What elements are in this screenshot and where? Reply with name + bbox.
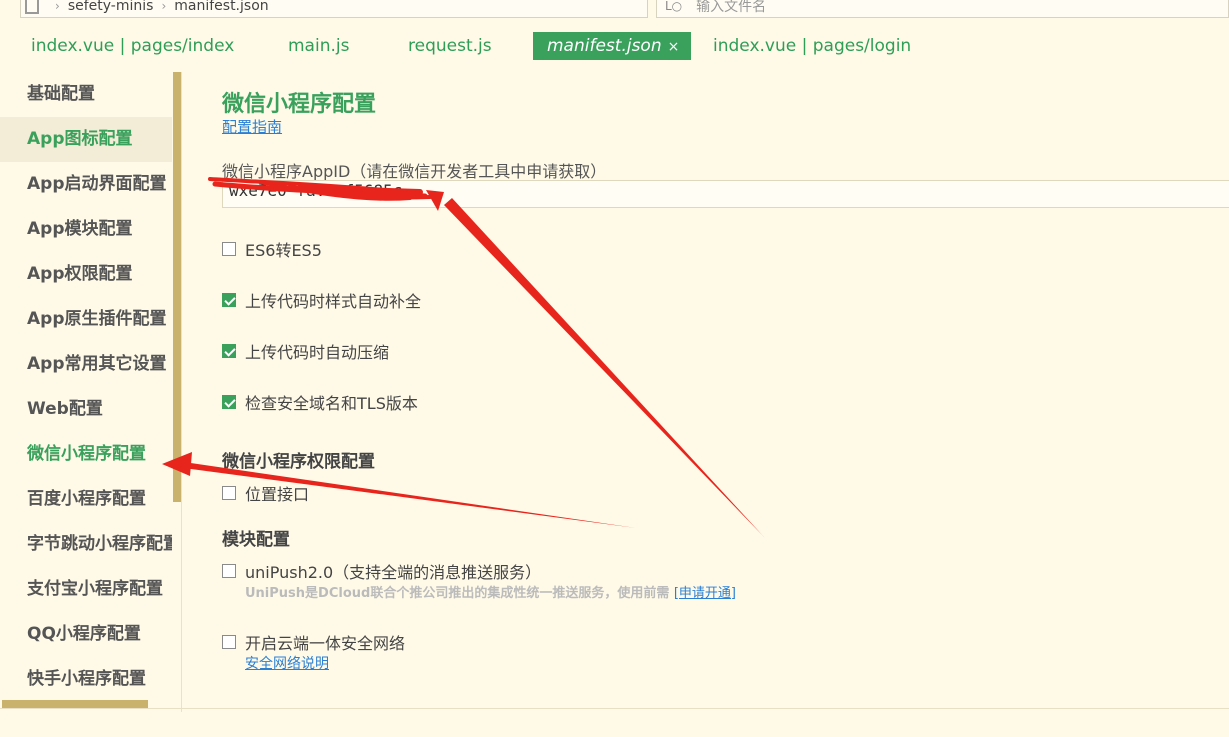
file-search-placeholder: 输入文件名 <box>696 0 767 15</box>
search-icon: L○ <box>665 0 683 13</box>
checkbox[interactable] <box>222 242 236 256</box>
project-icon <box>25 0 39 14</box>
option-es6-to-es5[interactable]: ES6转ES5 <box>222 237 322 261</box>
editor-tabs: index.vue | pages/index main.js request.… <box>0 30 1229 64</box>
config-panel: 微信小程序配置 配置指南 微信小程序AppID（请在微信开发者工具中申请获取） … <box>182 72 1229 708</box>
checkbox-checked[interactable] <box>222 395 236 409</box>
unipush-note-text: UniPush是DCloud联合个推公司推出的集成性统一推送服务，使用前需 <box>245 586 670 601</box>
chevron-right-icon: › <box>55 0 60 13</box>
sidebar-item-basic[interactable]: 基础配置 <box>0 72 172 117</box>
sidebar-item-app-splash[interactable]: App启动界面配置 <box>0 162 172 207</box>
option-label: 检查安全域名和TLS版本 <box>245 394 418 413</box>
sidebar-item-kuaishou-miniprogram[interactable]: 快手小程序配置 <box>0 657 172 702</box>
sidebar-item-baidu-miniprogram[interactable]: 百度小程序配置 <box>0 477 172 522</box>
sidebar-horizontal-scrollbar[interactable] <box>2 700 148 708</box>
checkbox-checked[interactable] <box>222 293 236 307</box>
config-guide-link[interactable]: 配置指南 <box>222 116 282 137</box>
sidebar-item-web[interactable]: Web配置 <box>0 387 172 432</box>
tab-label: main.js <box>288 36 350 56</box>
option-label: uniPush2.0（支持全端的消息推送服务） <box>245 563 542 582</box>
appid-label: 微信小程序AppID（请在微信开发者工具中申请获取） <box>222 162 607 181</box>
option-secure-network[interactable]: 开启云端一体安全网络 <box>222 630 405 654</box>
option-unipush[interactable]: uniPush2.0（支持全端的消息推送服务） <box>222 559 541 583</box>
top-strip: › sefety-minis › manifest.json L○ 输入文件名 <box>0 0 1229 22</box>
page-title: 微信小程序配置 <box>222 92 377 117</box>
sidebar-item-wechat-miniprogram[interactable]: 微信小程序配置 <box>0 432 172 477</box>
checkbox[interactable] <box>222 635 236 649</box>
tab-label: manifest.json <box>547 36 662 56</box>
sidebar-item-app-permissions[interactable]: App权限配置 <box>0 252 172 297</box>
tab-request-js[interactable]: request.js <box>408 32 492 60</box>
tab-label: index.vue | pages/index <box>31 36 235 56</box>
permission-section-heading: 微信小程序权限配置 <box>222 452 375 472</box>
option-auto-minify[interactable]: 上传代码时自动压缩 <box>222 339 389 363</box>
unipush-note: UniPush是DCloud联合个推公司推出的集成性统一推送服务，使用前需 [申… <box>245 582 736 601</box>
tab-index-vue-pages-index[interactable]: index.vue | pages/index <box>31 32 234 60</box>
bottom-divider <box>0 708 1229 709</box>
option-style-autocomplete[interactable]: 上传代码时样式自动补全 <box>222 288 421 312</box>
secure-network-link[interactable]: 安全网络说明 <box>245 653 329 673</box>
option-label: 上传代码时自动压缩 <box>245 343 390 362</box>
chevron-right-icon: › <box>161 0 167 13</box>
sidebar-item-alipay-miniprogram[interactable]: 支付宝小程序配置 <box>0 567 172 612</box>
tab-main-js[interactable]: main.js <box>288 32 349 60</box>
tab-label: index.vue | pages/login <box>713 36 912 56</box>
appid-field[interactable]: wxe7e0 fa...f5685c <box>222 180 1229 208</box>
checkbox[interactable] <box>222 486 236 500</box>
tab-label: request.js <box>408 36 492 56</box>
sidebar-scrollbar[interactable] <box>173 72 181 502</box>
module-section-heading: 模块配置 <box>222 530 290 550</box>
sidebar-item-app-icon[interactable]: App图标配置 <box>0 117 172 162</box>
tab-index-vue-pages-login[interactable]: index.vue | pages/login <box>713 32 911 60</box>
option-label: 位置接口 <box>245 485 310 504</box>
config-sidebar: 基础配置 App图标配置 App启动界面配置 App模块配置 App权限配置 A… <box>0 72 182 712</box>
option-label: 上传代码时样式自动补全 <box>245 292 422 311</box>
checkbox[interactable] <box>222 564 236 578</box>
sidebar-item-bytedance-miniprogram[interactable]: 字节跳动小程序配置 <box>0 522 172 567</box>
option-check-domain-tls[interactable]: 检查安全域名和TLS版本 <box>222 390 418 414</box>
apply-link[interactable]: [申请开通] <box>674 586 736 601</box>
sidebar-item-app-modules[interactable]: App模块配置 <box>0 207 172 252</box>
appid-value: wxe7e0 fa...f5685c <box>229 181 403 200</box>
sidebar-item-qq-miniprogram[interactable]: QQ小程序配置 <box>0 612 172 657</box>
tab-manifest-json[interactable]: manifest.json × <box>533 32 692 60</box>
option-label: 开启云端一体安全网络 <box>245 634 406 653</box>
breadcrumb-project[interactable]: sefety-minis <box>68 0 154 14</box>
option-label: ES6转ES5 <box>245 241 322 260</box>
breadcrumb-file[interactable]: manifest.json <box>174 0 268 14</box>
close-icon[interactable]: × <box>668 39 680 55</box>
sidebar-item-app-other-settings[interactable]: App常用其它设置 <box>0 342 172 387</box>
checkbox-checked[interactable] <box>222 344 236 358</box>
breadcrumb: › sefety-minis › manifest.json <box>20 0 648 18</box>
file-search-input[interactable]: L○ 输入文件名 <box>656 0 1229 18</box>
option-location-api[interactable]: 位置接口 <box>222 481 309 505</box>
sidebar-item-app-native-plugins[interactable]: App原生插件配置 <box>0 297 172 342</box>
